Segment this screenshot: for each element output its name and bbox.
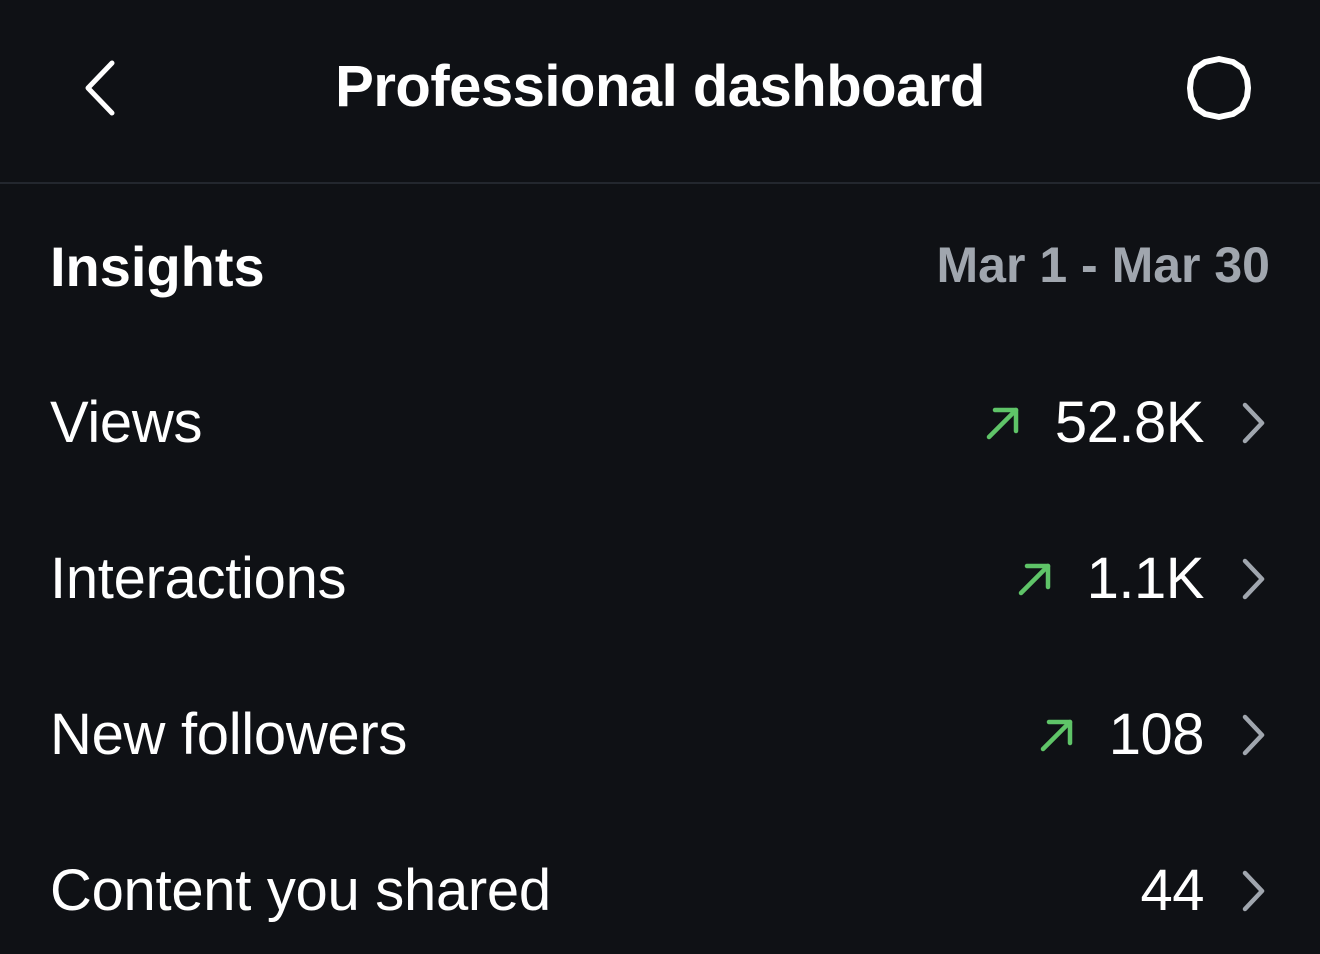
chevron-right-icon <box>1238 869 1268 913</box>
date-range-selector[interactable]: Mar 1 - Mar 30 <box>937 230 1270 300</box>
metric-value: 52.8K <box>1054 390 1205 455</box>
metric-value: 44 <box>1140 858 1204 923</box>
metric-value-group: 52.8K <box>983 388 1268 458</box>
metric-value: 108 <box>1108 702 1205 767</box>
metric-row-interactions[interactable]: Interactions 1.1K <box>0 519 1320 639</box>
metric-label: Content you shared <box>50 858 551 923</box>
metric-label: Interactions <box>50 546 347 611</box>
header-divider <box>0 182 1320 184</box>
metric-value-group: 108 <box>1037 700 1268 770</box>
metric-value: 1.1K <box>1086 546 1205 611</box>
trend-up-icon <box>1037 715 1077 755</box>
gear-icon <box>1187 56 1251 120</box>
page-title: Professional dashboard <box>335 54 985 119</box>
metric-row-new-followers[interactable]: New followers 108 <box>0 675 1320 795</box>
professional-dashboard-screen: Professional dashboard Insights Mar 1 - … <box>0 0 1320 954</box>
insights-header: Insights Mar 1 - Mar 30 <box>0 220 1320 310</box>
top-bar: Professional dashboard <box>0 0 1320 182</box>
metric-value-group: 1.1K <box>1015 544 1268 614</box>
trend-up-icon <box>983 403 1023 443</box>
settings-button[interactable] <box>1176 52 1262 124</box>
metric-value-group: 44 <box>1140 856 1268 926</box>
insights-title: Insights <box>50 235 265 298</box>
metric-row-content-shared[interactable]: Content you shared 44 <box>0 831 1320 951</box>
chevron-right-icon <box>1238 557 1268 601</box>
chevron-right-icon <box>1238 401 1268 445</box>
metric-label: Views <box>50 390 203 455</box>
trend-up-icon <box>1015 559 1055 599</box>
chevron-right-icon <box>1238 713 1268 757</box>
metric-row-views[interactable]: Views 52.8K <box>0 363 1320 483</box>
metric-label: New followers <box>50 702 408 767</box>
